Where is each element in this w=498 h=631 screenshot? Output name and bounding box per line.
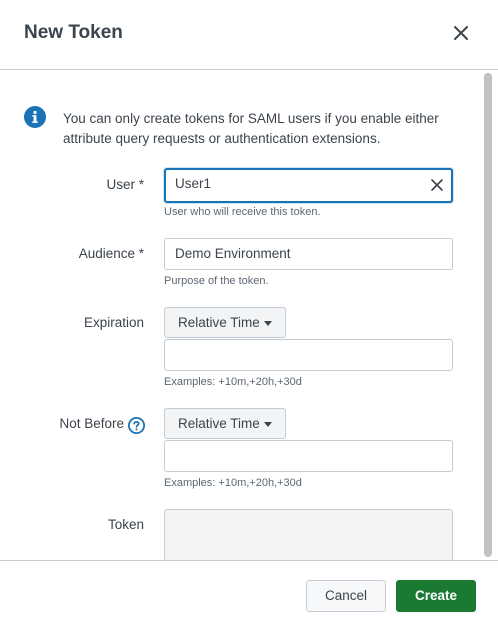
expiration-help: Examples: +10m,+20h,+30d (164, 376, 302, 388)
not-before-mode-label: Relative Time (178, 416, 260, 431)
token-output[interactable] (164, 509, 453, 560)
close-button[interactable] (449, 21, 473, 45)
not-before-input[interactable] (164, 440, 453, 472)
close-icon (454, 26, 468, 40)
cancel-button[interactable]: Cancel (306, 580, 386, 612)
audience-label: Audience * (78, 246, 144, 261)
not-before-label: Not Before (59, 416, 124, 431)
dialog-footer: Cancel Create (0, 560, 498, 631)
question-icon[interactable] (128, 417, 145, 434)
user-help: User who will receive this token. (164, 206, 321, 218)
clear-icon[interactable] (429, 177, 445, 193)
scrollbar[interactable] (483, 73, 493, 558)
dialog-header: New Token (0, 0, 498, 70)
caret-down-icon (264, 321, 272, 326)
info-icon (24, 106, 46, 128)
not-before-help: Examples: +10m,+20h,+30d (164, 477, 302, 489)
user-input[interactable]: User1 (164, 168, 453, 203)
caret-down-icon (264, 422, 272, 427)
audience-input[interactable]: Demo Environment (164, 238, 453, 270)
not-before-mode-dropdown[interactable]: Relative Time (164, 408, 286, 439)
user-label: User * (106, 177, 144, 192)
expiration-mode-label: Relative Time (178, 315, 260, 330)
info-message: You can only create tokens for SAML user… (63, 111, 439, 146)
audience-help: Purpose of the token. (164, 275, 269, 287)
expiration-input[interactable] (164, 339, 453, 371)
create-button[interactable]: Create (396, 580, 476, 612)
dialog-title: New Token (24, 22, 123, 43)
expiration-label: Expiration (83, 315, 144, 330)
expiration-mode-dropdown[interactable]: Relative Time (164, 307, 286, 338)
dialog-body: You can only create tokens for SAML user… (0, 71, 498, 560)
scrollbar-thumb[interactable] (484, 73, 492, 557)
token-label: Token (107, 517, 144, 532)
